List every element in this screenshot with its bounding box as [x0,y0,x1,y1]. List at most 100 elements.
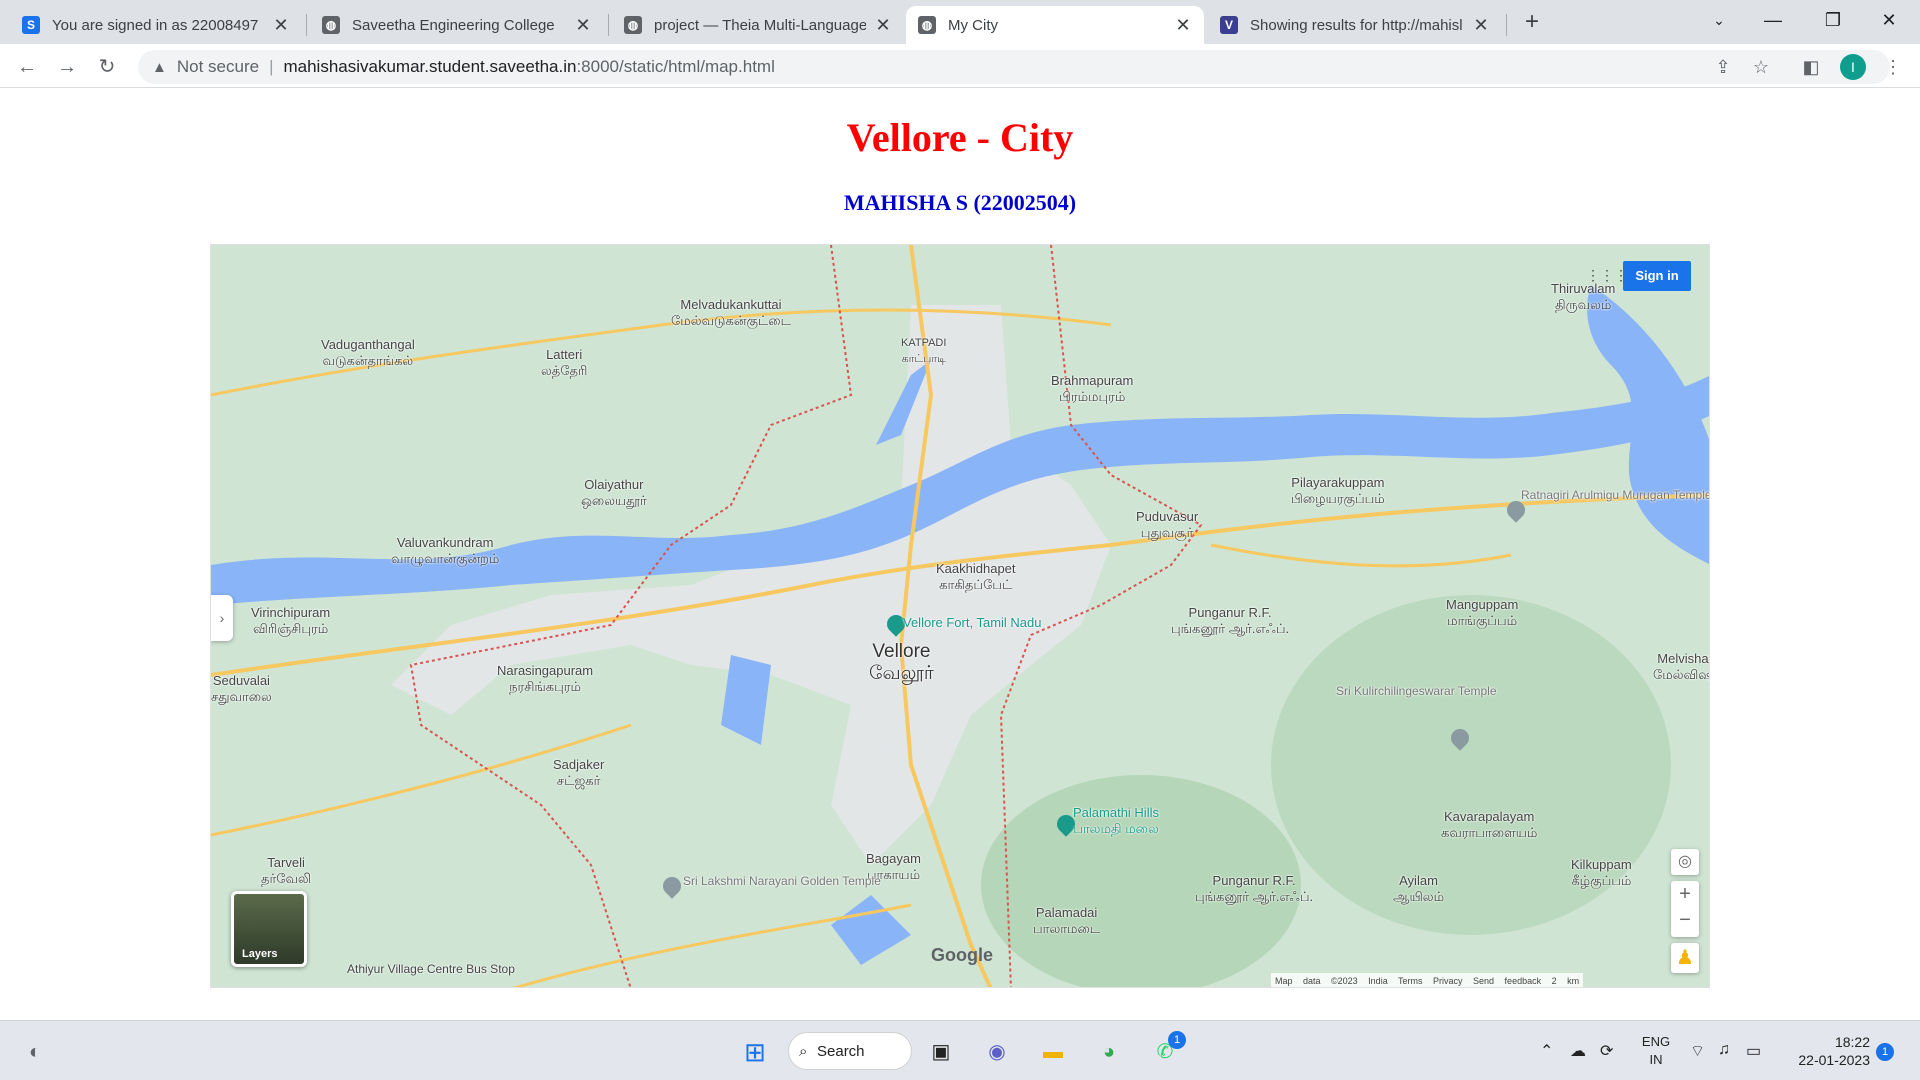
search-label: Search [817,1042,865,1060]
volume-icon[interactable]: ♫ [1718,1041,1730,1059]
zoom-in-button[interactable]: + [1671,881,1699,907]
map-place-label: Vaduganthangal வடுகன்தாங்கல் [321,337,415,368]
google-logo: Google [931,945,993,965]
map-place-label: Thiruvalam திருவலம் [1551,281,1616,312]
sign-in-button[interactable]: Sign in [1623,261,1691,291]
side-panel-icon[interactable]: ◧ [1798,54,1824,80]
notification-badge[interactable]: 1 [1876,1043,1894,1061]
wifi-icon[interactable]: ⌔ [1690,1041,1705,1061]
tab-theia[interactable]: ◍ project — Theia Multi-Language ✕ [612,6,904,44]
map-place-label: Melvisha மேல்விஷ [1653,651,1710,682]
bookmark-star-icon[interactable]: ☆ [1748,54,1774,80]
map-place-label: Kilkuppam கீழ்குப்பம் [1571,857,1632,888]
back-button[interactable]: ← [12,52,42,82]
profile-avatar[interactable]: I [1840,54,1866,80]
cloud-icon[interactable]: ☁ [1570,1041,1586,1061]
menu-kebab-icon[interactable]: ⋮ [1880,54,1906,80]
tab-title: Showing results for http://mahisl [1250,16,1463,34]
zoom-controls: + − [1671,881,1699,937]
google-map[interactable]: › Melvadukankuttai மேல்வடுகன்குட்டை KATPA… [210,244,1710,988]
poi-label[interactable]: Sri Kulirchilingeswarar Temple [1336,683,1497,699]
teams-chat-icon[interactable]: ◉ [980,1035,1014,1069]
windows-start-icon[interactable]: ⊞ [738,1035,772,1069]
map-place-label: Pilayarakuppam பிழையரகுப்பம் [1291,475,1385,506]
map-place-label: Punganur R.F. புங்கனூர் ஆர்.எஃப். [1171,605,1290,636]
globe-icon: ◍ [624,16,642,34]
tab-signed-in[interactable]: S You are signed in as 22008497 ✕ [10,6,302,44]
globe-icon: ◍ [322,16,340,34]
map-place-label: Narasingapuram நரசிங்கபுரம் [497,663,594,694]
address-bar[interactable]: ▲ Not secure | mahishasivakumar.student.… [138,50,1890,84]
map-place-label: Melvadukankuttai மேல்வடுகன்குட்டை [671,297,791,328]
tab-title: project — Theia Multi-Language [654,16,866,34]
layers-button[interactable]: Layers [231,891,307,967]
tab-title: You are signed in as 22008497 [52,16,259,34]
v-icon: V [1220,16,1238,34]
language-indicator[interactable]: ENG IN [1636,1033,1676,1069]
tab-separator [608,14,609,36]
page-subtitle: MAHISHA S (22002504) [843,190,1077,215]
zoom-out-button[interactable]: − [1671,907,1699,933]
map-place-label: Latteri லத்தேரி [541,347,588,378]
poi-label[interactable]: Palamathi Hills பாலமதி மலை [1073,805,1159,837]
close-window-button[interactable]: ✕ [1862,0,1916,40]
restore-button[interactable]: ❐ [1806,0,1860,40]
tab-separator [1506,14,1507,36]
poi-label[interactable]: Sri Lakshmi Narayani Golden Temple [683,873,881,889]
map-place-label: Seduvalai சதுவாலை [211,673,272,704]
taskbar-search[interactable]: ⌕ Search [788,1032,912,1070]
forward-button[interactable]: → [52,52,82,82]
security-label[interactable]: Not secure [177,57,259,77]
tab-separator [306,14,307,36]
url-host: mahishasivakumar.student.saveetha.in [283,57,577,76]
pegman-icon[interactable]: ♟ [1671,943,1699,973]
warning-icon[interactable]: ▲ [152,59,167,76]
chrome-icon[interactable]: ◕ [1092,1035,1126,1069]
map-place-label: KATPADI காட்பாடி [901,337,947,365]
browser-toolbar: ← → ↻ ▲ Not secure | mahishasivakumar.st… [0,44,1920,88]
close-tab-icon[interactable]: ✕ [272,15,290,36]
tab-results[interactable]: V Showing results for http://mahisl ✕ [1208,6,1502,44]
close-tab-icon[interactable]: ✕ [1174,15,1192,36]
map-attribution[interactable]: Map data ©2023 India Terms Privacy Send … [1271,973,1584,987]
battery-icon[interactable]: ▭ [1746,1041,1761,1061]
chevron-up-icon[interactable]: ⌃ [1540,1041,1553,1061]
close-tab-icon[interactable]: ✕ [874,15,892,36]
poi-label[interactable]: Vellore Fort, Tamil Nadu [903,615,1042,631]
share-icon[interactable]: ⇪ [1710,54,1736,80]
collapse-panel-arrow-icon[interactable]: › [211,595,233,641]
map-place-label: Athiyur Village Centre Bus Stop [347,962,515,976]
map-place-label: Puduvasur புதுவசூர் [1136,509,1199,540]
map-place-label: Kaakhidhapet காகிதப்பேட் [936,561,1016,592]
apps-grid-icon[interactable]: ⋮⋮⋮ [1586,267,1628,283]
layers-label: Layers [242,948,278,960]
s-icon: S [22,16,40,34]
map-city-label: Vellore வேலூர் [869,641,934,684]
task-view-icon[interactable]: ▣ [924,1035,958,1069]
map-place-label: Olaiyathur ஒலையதூர் [581,477,647,508]
map-place-label: Kavarapalayam கவராபாளையம் [1441,809,1538,840]
windows-taskbar: ◐ ⊞ ⌕ Search ▣ ◉ ▬ ◕ ✆ 1 ⌃ ☁ ⟳ ENG IN ⌔ ♫… [0,1020,1920,1080]
tab-title: My City [948,16,998,34]
weather-widget-icon[interactable]: ◐ [18,1035,52,1069]
tab-title: Saveetha Engineering College [352,16,555,34]
close-tab-icon[interactable]: ✕ [574,15,592,36]
clock[interactable]: 18:22 22-01-2023 [1786,1033,1870,1069]
close-tab-icon[interactable]: ✕ [1472,15,1490,36]
my-location-icon[interactable]: ◎ [1671,849,1699,875]
file-explorer-icon[interactable]: ▬ [1036,1035,1070,1069]
map-place-label: Tarveli தர்வேலி [261,855,312,886]
divider: | [269,57,274,76]
tab-my-city[interactable]: ◍ My City ✕ [906,6,1204,44]
map-place-label: Palamadai பாலாமடை [1033,905,1101,936]
tab-search-chevron-icon[interactable]: ⌄ [1692,0,1746,40]
poi-label[interactable]: Ratnagiri Arulmigu Murugan Temple [1521,487,1709,503]
map-place-label: Valuvankundram வாழுவான்குன்றம் [391,535,500,566]
tab-saveetha[interactable]: ◍ Saveetha Engineering College ✕ [310,6,604,44]
reload-button[interactable]: ↻ [92,52,122,82]
map-place-label: Ayilam ஆயிலம் [1393,873,1445,904]
new-tab-button[interactable]: + [1516,8,1548,36]
sync-icon[interactable]: ⟳ [1600,1041,1613,1061]
tab-strip: S You are signed in as 22008497 ✕ ◍ Save… [0,0,1920,44]
minimize-button[interactable]: — [1746,0,1800,40]
